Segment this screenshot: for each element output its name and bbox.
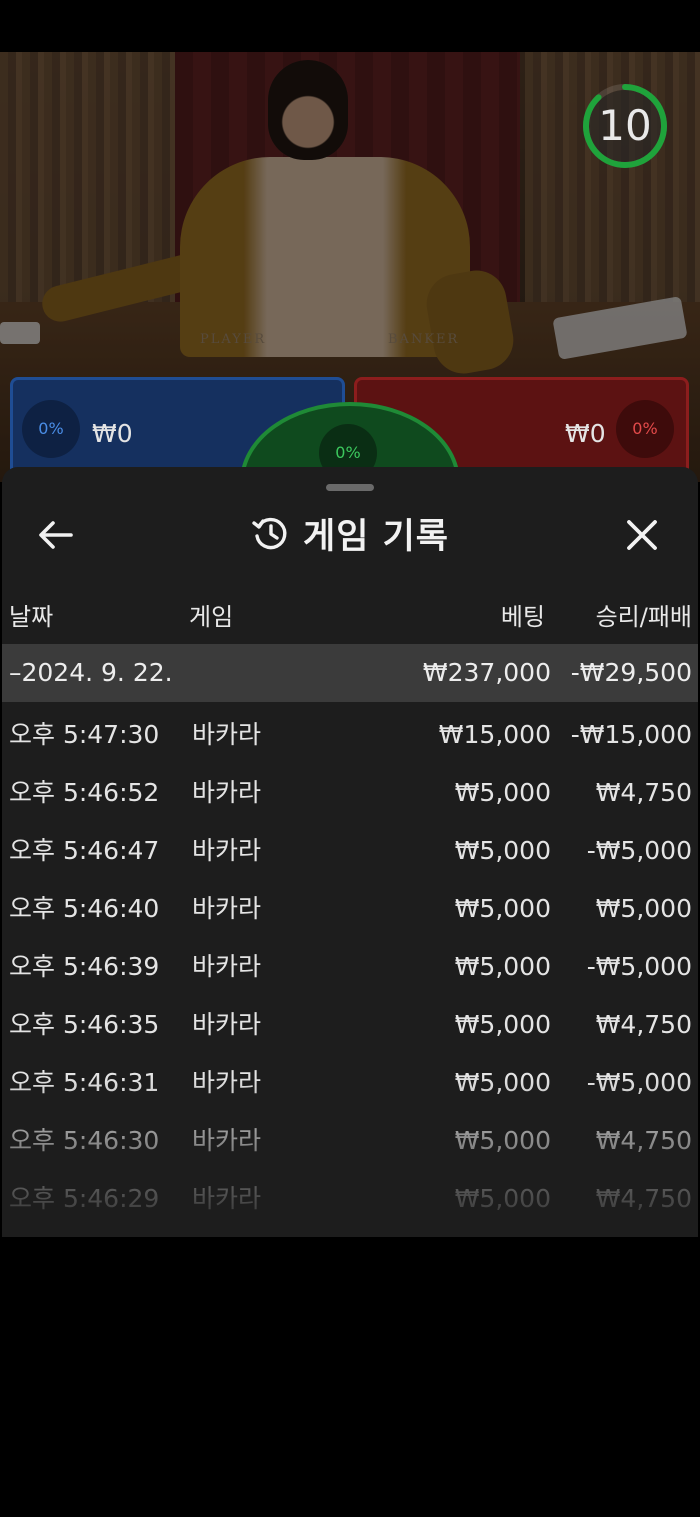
close-button[interactable] — [618, 513, 666, 557]
row-game: 바카라 — [192, 720, 262, 749]
row-time: 오후 5:46:40 — [9, 894, 160, 923]
sheet-drag-handle[interactable] — [326, 484, 374, 491]
row-time: 오후 5:46:47 — [9, 836, 160, 865]
history-row[interactable]: 오후 5:46:52 바카라 ₩5,000 ₩4,750 — [2, 764, 698, 822]
banker-percent: 0% — [616, 400, 674, 458]
row-win-loss: -₩15,000 — [570, 720, 692, 749]
history-row[interactable]: 오후 5:46:40 바카라 ₩5,000 ₩5,000 — [2, 880, 698, 938]
date-group-label: –2024. 9. 22. — [9, 658, 173, 687]
column-header-game: 게임 — [189, 603, 234, 631]
row-win-loss: -₩5,000 — [586, 1068, 692, 1097]
row-bet: ₩5,000 — [454, 836, 551, 865]
history-list: 오후 5:47:30 바카라 ₩15,000 -₩15,000 오후 5:46:… — [2, 706, 698, 1228]
arrow-left-icon — [39, 521, 73, 549]
row-bet: ₩5,000 — [454, 894, 551, 923]
banker-bet-amount: ₩0 — [565, 419, 606, 448]
history-row[interactable]: 오후 5:47:30 바카라 ₩15,000 -₩15,000 — [2, 706, 698, 764]
row-bet: ₩5,000 — [454, 1126, 551, 1155]
row-win-loss: ₩4,750 — [595, 1126, 692, 1155]
row-time: 오후 5:46:35 — [9, 1010, 160, 1039]
row-win-loss: -₩5,000 — [586, 836, 692, 865]
row-game: 바카라 — [192, 1010, 262, 1039]
row-time: 오후 5:46:39 — [9, 952, 160, 981]
row-bet: ₩15,000 — [438, 720, 551, 749]
close-icon — [627, 520, 657, 550]
history-icon — [252, 517, 287, 550]
history-row[interactable]: 오후 5:46:31 바카라 ₩5,000 -₩5,000 — [2, 1054, 698, 1112]
row-win-loss: ₩4,750 — [595, 778, 692, 807]
countdown-timer: 10 — [598, 101, 652, 150]
date-group-row[interactable]: –2024. 9. 22. ₩237,000 -₩29,500 — [2, 644, 698, 702]
row-win-loss: -₩5,000 — [586, 952, 692, 981]
history-row[interactable]: 오후 5:46:47 바카라 ₩5,000 -₩5,000 — [2, 822, 698, 880]
sheet-title-group: 게임 기록 — [2, 505, 698, 561]
date-group-win-loss-total: -₩29,500 — [570, 658, 692, 687]
player-bet-amount: ₩0 — [92, 419, 133, 448]
row-bet: ₩5,000 — [454, 952, 551, 981]
row-win-loss: ₩4,750 — [595, 1010, 692, 1039]
row-game: 바카라 — [192, 894, 262, 923]
row-time: 오후 5:46:52 — [9, 778, 160, 807]
history-row[interactable]: 오후 5:46:30 바카라 ₩5,000 ₩4,750 — [2, 1112, 698, 1170]
sheet-header: 게임 기록 — [2, 505, 698, 561]
history-row[interactable]: 오후 5:46:39 바카라 ₩5,000 -₩5,000 — [2, 938, 698, 996]
column-header-bet: 베팅 — [500, 603, 545, 631]
row-bet: ₩5,000 — [454, 778, 551, 807]
row-win-loss: ₩5,000 — [595, 894, 692, 923]
game-history-sheet: 게임 기록 날짜 게임 베팅 승리/패배 –2024. 9. 22. ₩237,… — [2, 467, 698, 1237]
player-percent: 0% — [22, 400, 80, 458]
row-game: 바카라 — [192, 952, 262, 981]
row-bet: ₩5,000 — [454, 1184, 551, 1213]
date-group-bet-total: ₩237,000 — [422, 658, 551, 687]
column-header-win-loss: 승리/패배 — [595, 603, 692, 631]
row-time: 오후 5:46:29 — [9, 1184, 160, 1213]
row-game: 바카라 — [192, 1126, 262, 1155]
row-game: 바카라 — [192, 836, 262, 865]
history-row[interactable]: 오후 5:46:35 바카라 ₩5,000 ₩4,750 — [2, 996, 698, 1054]
row-bet: ₩5,000 — [454, 1010, 551, 1039]
row-win-loss: ₩4,750 — [595, 1184, 692, 1213]
history-row[interactable]: 오후 5:46:29 바카라 ₩5,000 ₩4,750 — [2, 1170, 698, 1228]
column-header-date: 날짜 — [9, 603, 54, 631]
row-bet: ₩5,000 — [454, 1068, 551, 1097]
sheet-title: 게임 기록 — [303, 516, 449, 557]
row-time: 오후 5:47:30 — [9, 720, 160, 749]
row-game: 바카라 — [192, 778, 262, 807]
row-time: 오후 5:46:31 — [9, 1068, 160, 1097]
row-time: 오후 5:46:30 — [9, 1126, 160, 1155]
back-button[interactable] — [34, 513, 78, 557]
row-game: 바카라 — [192, 1068, 262, 1097]
row-game: 바카라 — [192, 1184, 262, 1213]
